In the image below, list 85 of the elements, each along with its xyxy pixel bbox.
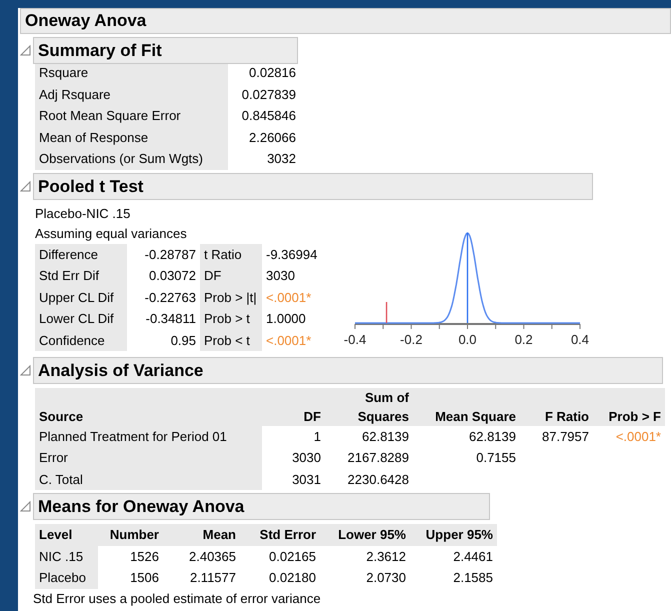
table-cell-text: -9.36994 — [265, 246, 318, 264]
column-header: Sum of Squares — [325, 388, 413, 426]
row-label: NIC .15 — [35, 546, 98, 567]
column-header: Prob > F — [593, 388, 665, 426]
table-cell-text: 62.8139 — [468, 428, 517, 446]
table-cell-text: 3030 — [265, 267, 296, 285]
tick-label: -0.4 — [344, 332, 366, 346]
table-cell-text: 0.02180 — [268, 569, 317, 587]
row-label: Error — [35, 447, 262, 468]
row-label: Placebo — [35, 567, 98, 588]
table-cell-text: 0.03072 — [148, 267, 197, 285]
section-header[interactable]: Summary of Fit — [33, 37, 298, 64]
comparison-label: Placebo-NIC .15 — [35, 204, 132, 222]
table-cell-text: 0.027839 — [240, 86, 297, 104]
table-cell-text: 0.95 — [170, 332, 197, 350]
disclosure-triangle-icon[interactable] — [18, 362, 33, 378]
column-header: Mean — [163, 524, 240, 546]
disclosure-triangle-icon[interactable] — [18, 499, 33, 514]
column-header: Mean Square — [413, 388, 520, 426]
column-header: F Ratio — [520, 388, 593, 426]
table-cell-text: 2.0730 — [365, 569, 407, 587]
table-cell-text: 0.7155 — [475, 449, 517, 467]
table-cell-text: 2.26066 — [248, 128, 297, 146]
table-cell-text: 3030 — [291, 449, 322, 467]
footnote: Std Error uses a pooled estimate of error variance — [33, 590, 322, 608]
tick-label: 0.0 — [458, 332, 477, 346]
table-cell-text: 2.40365 — [188, 548, 237, 566]
row-label: Confidence — [35, 330, 127, 351]
disclosure-triangle-icon[interactable] — [18, 178, 33, 194]
row-label: C. Total — [35, 468, 262, 490]
table-cell-text: <.0001* — [265, 332, 312, 350]
table-cell-text: 3032 — [266, 150, 297, 168]
table-cell-text: 3031 — [291, 470, 322, 488]
table-cell-text: 2.11577 — [188, 569, 237, 587]
table-cell-text: 0.02816 — [248, 64, 297, 82]
table-cell-text: <.0001* — [614, 428, 662, 446]
table-cell-text: 0.02165 — [268, 548, 317, 566]
table-cell-text: 2167.8289 — [346, 449, 410, 467]
column-header: DF — [262, 388, 325, 426]
table-cell-text: 2.1585 — [452, 569, 494, 587]
row-label: DF — [200, 265, 262, 286]
report-title: Oneway Anova — [20, 8, 671, 34]
column-header: Number — [98, 524, 163, 546]
row-label: Prob < t — [200, 330, 262, 351]
row-label: Prob > t — [200, 308, 262, 330]
row-label: t Ratio — [200, 244, 262, 265]
section-header[interactable]: Analysis of Variance — [33, 356, 663, 384]
column-header: Lower 95% — [320, 524, 410, 546]
table-cell-text: 1.0000 — [265, 310, 307, 328]
table-cell-text: -0.34811 — [144, 310, 197, 328]
row-label: Root Mean Square Error — [35, 105, 228, 126]
column-header: Level — [35, 524, 98, 546]
table-cell-text: <.0001* — [265, 288, 312, 306]
row-label: Mean of Response — [35, 126, 228, 148]
table-cell-text: 2.3612 — [365, 548, 407, 566]
row-label: Std Err Dif — [35, 265, 127, 286]
table-cell-text: 1506 — [129, 569, 160, 587]
column-header: Std Error — [240, 524, 320, 546]
table-cell-text: 62.8139 — [361, 428, 410, 446]
row-label: Lower CL Dif — [35, 308, 127, 330]
column-header: Upper 95% — [410, 524, 497, 546]
table-cell-text: 2.4461 — [452, 548, 494, 566]
table-cell-text: 1526 — [129, 548, 160, 566]
row-label: Adj Rsquare — [35, 84, 228, 105]
section-header[interactable]: Means for Oneway Anova — [33, 493, 490, 520]
table-cell-text: 2230.6428 — [346, 470, 410, 488]
tick-label: -0.2 — [400, 332, 422, 346]
tick-label: 0.4 — [570, 332, 590, 346]
row-label: Prob > |t| — [200, 286, 262, 308]
section-header[interactable]: Pooled t Test — [33, 172, 593, 200]
assumption-note: Assuming equal variances — [35, 224, 188, 243]
tick-label: 0.2 — [514, 332, 533, 346]
row-label: Planned Treatment for Period 01 — [35, 426, 262, 447]
column-header: Source — [35, 388, 262, 426]
row-label: Observations (or Sum Wgts) — [35, 148, 228, 170]
table-cell-text: 1 — [312, 428, 322, 446]
row-label: Difference — [35, 244, 127, 265]
disclosure-triangle-icon[interactable] — [18, 43, 33, 58]
row-label: Rsquare — [35, 62, 228, 84]
table-cell-text: 87.7957 — [541, 428, 590, 446]
table-cell-text: -0.28787 — [144, 246, 197, 264]
row-label: Upper CL Dif — [35, 286, 127, 308]
table-cell-text: 0.845846 — [240, 107, 297, 125]
table-cell-text: -0.22763 — [144, 288, 197, 306]
difference-marker — [386, 302, 388, 322]
